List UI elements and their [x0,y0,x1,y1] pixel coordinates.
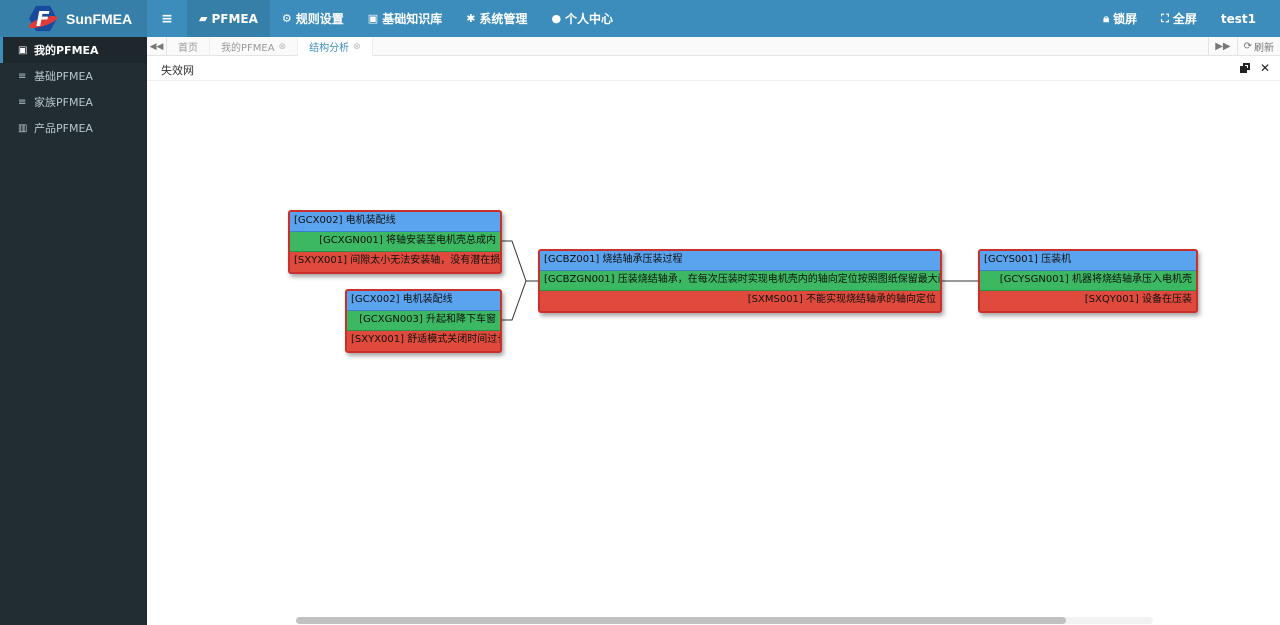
node-title: [GCYS001] 压装机 [980,251,1196,271]
sidebar-item-my-pfmea[interactable]: ▣ 我的PFMEA [0,37,147,63]
id-card-icon: ▣ [367,12,379,25]
restore-window-icon[interactable] [1239,63,1250,73]
nav-item-system[interactable]: ✱ 系统管理 [454,0,539,37]
node-failure: [SXYX001] 间隙太小无法安装轴，没有潜在损害 [290,252,500,272]
lock-screen-button[interactable]: 🔒︎ 锁屏 [1091,0,1149,37]
top-navbar: F SunFMEA ≡ ▰ PFMEA ⚙ 规则设置 ▣ 基础知识库 ✱ 系统管… [0,0,1280,37]
gears-icon: ⚙ [281,12,292,25]
refresh-label: 刷新 [1254,43,1274,54]
failure-node[interactable]: [GCYS001] 压装机 [GCYSGN001] 机器将烧结轴承压入电机壳 [… [978,249,1198,313]
node-failure: [SXQY001] 设备在压装 [980,291,1196,311]
nav-item-pfmea[interactable]: ▰ PFMEA [187,0,270,37]
panel-title: 失效网 [161,64,194,77]
node-failure: [SXMS001] 不能实现烧结轴承的轴向定位 [540,291,940,311]
connector-line [501,280,539,321]
refresh-icon: ⟳ [1243,41,1252,52]
tab-scroll-right-button[interactable]: ▶▶ [1208,37,1236,56]
tab-home[interactable]: 首页 [167,37,210,56]
node-function: [GCBZGN001] 压装烧结轴承，在每次压装时实现电机壳内的轴向定位按照图纸… [540,271,940,291]
fullscreen-icon: ⛶ [1161,11,1169,25]
user-menu[interactable]: test1 [1209,0,1268,37]
tab-list: 首页 我的PFMEA ⊗ 结构分析 ⊗ [167,37,373,56]
failure-node[interactable]: [GCBZ001] 烧结轴承压装过程 [GCBZGN001] 压装烧结轴承，在每… [538,249,942,313]
refresh-button[interactable]: ⟳ 刷新 [1236,37,1280,56]
fullscreen-button[interactable]: ⛶ 全屏 [1149,0,1209,37]
failure-node[interactable]: [GCX002] 电机装配线 [GCXGN001] 将轴安装至电机壳总成内 [S… [288,210,502,274]
sidebar-item-product-pfmea[interactable]: ▥ 产品PFMEA [0,115,147,141]
nav-right: 🔒︎ 锁屏 ⛶ 全屏 test1 [1091,0,1268,37]
nav-item-knowledge-base[interactable]: ▣ 基础知识库 [356,0,454,37]
book-icon: ▰ [199,12,208,25]
gear-icon: ✱ [466,12,476,25]
main-nav: ≡ ▰ PFMEA ⚙ 规则设置 ▣ 基础知识库 ✱ 系统管理 ● 个人中心 [147,0,625,37]
sidebar-item-label: 我的PFMEA [34,44,99,57]
failure-node[interactable]: [GCX002] 电机装配线 [GCXGN003] 升起和降下车窗 [SXYX0… [345,289,502,353]
bar-chart-icon: ▥ [18,122,28,134]
horizontal-scrollbar[interactable] [296,617,1153,624]
logo-mark-icon: F [27,4,59,34]
list-icon: ≡ [18,96,27,108]
nav-item-profile[interactable]: ● 个人中心 [539,0,625,37]
sidebar: ▣ 我的PFMEA ≡ 基础PFMEA ≡ 家族PFMEA ▥ 产品PFMEA [0,37,147,625]
tab-right-tools: ▶▶ ⟳ 刷新 [1208,37,1280,56]
nav-item-label: 规则设置 [295,12,344,26]
nav-item-label: 基础知识库 [382,12,443,26]
close-icon[interactable]: ✕ [1260,61,1270,75]
failure-network-canvas[interactable]: [GCX002] 电机装配线 [GCXGN001] 将轴安装至电机壳总成内 [S… [147,81,1280,625]
panel-header: 失效网 ✕ [147,56,1280,81]
tab-label: 结构分析 [309,43,350,54]
tab-scroll-left-button[interactable]: ◀◀ [147,37,167,56]
list-icon: ≡ [18,70,27,82]
node-function: [GCYSGN001] 机器将烧结轴承压入电机壳 [980,271,1196,291]
sidebar-toggle-button[interactable]: ≡ [147,0,187,37]
node-failure: [SXYX001] 舒适模式关闭时间过长 [347,331,500,351]
list-box-icon: ▣ [18,44,28,56]
node-function: [GCXGN003] 升起和降下车窗 [347,311,500,331]
node-title: [GCX002] 电机装配线 [347,291,500,311]
sidebar-item-label: 基础PFMEA [34,70,93,83]
close-icon[interactable]: ⊗ [353,42,361,52]
lock-icon: 🔒︎ [1103,11,1110,25]
node-title: [GCX002] 电机装配线 [290,212,500,232]
username: test1 [1220,11,1256,26]
node-function: [GCXGN001] 将轴安装至电机壳总成内 [290,232,500,252]
close-icon[interactable]: ⊗ [279,42,287,52]
tab-label: 我的PFMEA [221,43,275,54]
tab-label: 首页 [178,43,198,54]
hamburger-icon: ≡ [161,10,173,27]
panel-tools: ✕ [1230,61,1270,75]
connector-line [501,240,539,282]
app-name: SunFMEA [66,10,133,27]
sidebar-item-base-pfmea[interactable]: ≡ 基础PFMEA [0,63,147,89]
sidebar-item-family-pfmea[interactable]: ≡ 家族PFMEA [0,89,147,115]
nav-item-label: 系统管理 [479,12,528,26]
nav-item-label: 个人中心 [565,12,614,26]
connector-lines [501,240,979,321]
fullscreen-label: 全屏 [1172,12,1197,26]
user-icon: ● [551,12,562,25]
scrollbar-thumb[interactable] [296,617,1066,624]
app-logo[interactable]: F SunFMEA [0,0,147,37]
node-title: [GCBZ001] 烧结轴承压装过程 [540,251,940,271]
tab-bar: ◀◀ 首页 我的PFMEA ⊗ 结构分析 ⊗ ▶▶ ⟳ 刷新 [147,37,1280,56]
double-chevron-right-icon: ▶▶ [1215,41,1231,52]
sidebar-item-label: 产品PFMEA [34,122,93,135]
tab-my-pfmea[interactable]: 我的PFMEA ⊗ [210,37,299,56]
double-chevron-left-icon: ◀◀ [149,41,164,52]
nav-item-rules[interactable]: ⚙ 规则设置 [270,0,356,37]
sidebar-item-label: 家族PFMEA [34,96,93,109]
lock-screen-label: 锁屏 [1113,12,1138,26]
nav-item-label: PFMEA [211,11,258,26]
tab-structure-analysis[interactable]: 结构分析 ⊗ [298,37,373,56]
